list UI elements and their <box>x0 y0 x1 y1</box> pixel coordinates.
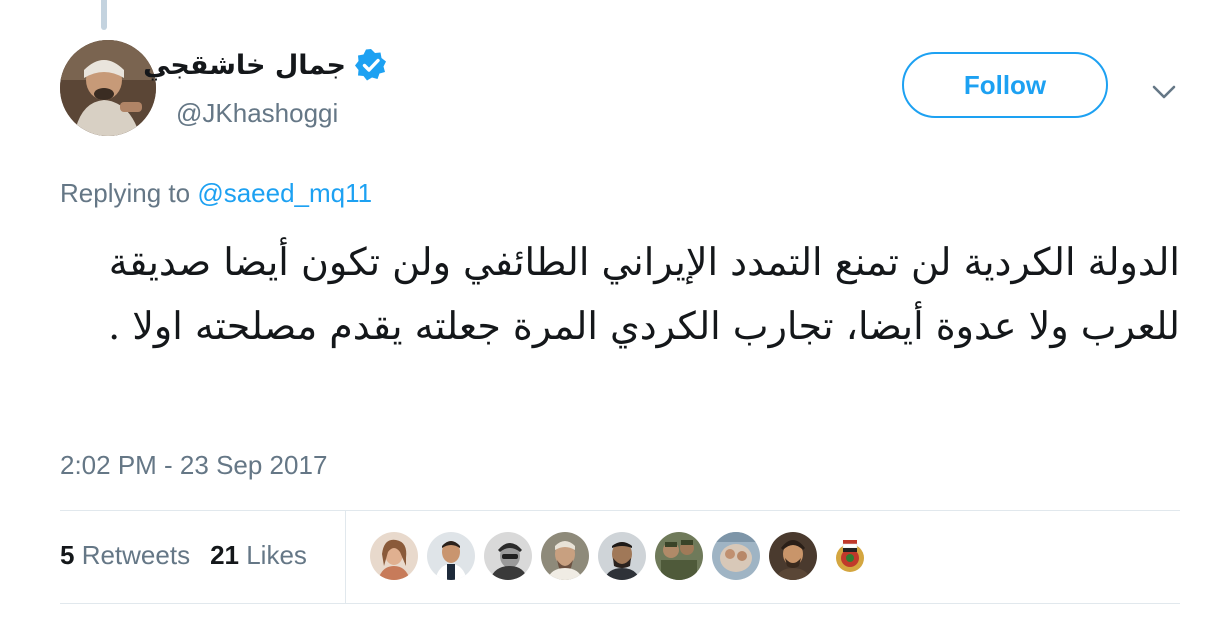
author-handle[interactable]: @JKhashoggi <box>176 98 338 129</box>
liker-avatar[interactable] <box>598 532 646 580</box>
tweet-text: الدولة الكردية لن تمنع التمدد الإيراني ا… <box>108 240 1180 348</box>
tweet-stats: 5 Retweets 21 Likes <box>60 540 307 571</box>
retweets-stat[interactable]: 5 Retweets <box>60 540 190 571</box>
liker-avatar[interactable] <box>655 532 703 580</box>
likes-stat[interactable]: 21 Likes <box>210 540 307 571</box>
author-display-name[interactable]: جمال خاشقجي <box>143 50 346 81</box>
replying-to-line: Replying to @saeed_mq11 <box>60 178 372 209</box>
liker-avatar[interactable] <box>712 532 760 580</box>
likes-count: 21 <box>210 540 239 570</box>
retweets-count: 5 <box>60 540 75 570</box>
liker-avatar[interactable] <box>484 532 532 580</box>
stats-top-divider <box>60 510 1180 511</box>
stats-bottom-divider <box>60 603 1180 604</box>
retweets-label: Retweets <box>74 540 191 570</box>
liker-avatar[interactable] <box>769 532 817 580</box>
follow-button[interactable]: Follow <box>902 52 1108 118</box>
author-name-row: جمال خاشقجي <box>143 48 388 82</box>
tweet-timestamp[interactable]: 2:02 PM - 23 Sep 2017 <box>60 450 327 481</box>
reply-thread-line <box>101 0 107 30</box>
author-avatar[interactable] <box>60 40 156 136</box>
verified-badge-icon <box>355 49 386 81</box>
replying-to-mention-link[interactable]: @saeed_mq11 <box>197 178 372 208</box>
liker-avatar[interactable] <box>541 532 589 580</box>
liker-avatar[interactable] <box>427 532 475 580</box>
liker-avatar[interactable] <box>826 532 874 580</box>
chevron-down-icon[interactable] <box>1150 78 1178 106</box>
liker-avatar[interactable] <box>370 532 418 580</box>
replying-prefix: Replying to <box>60 178 198 208</box>
likes-label: Likes <box>239 540 307 570</box>
liker-avatars <box>370 532 874 580</box>
stats-vertical-separator <box>345 511 346 603</box>
